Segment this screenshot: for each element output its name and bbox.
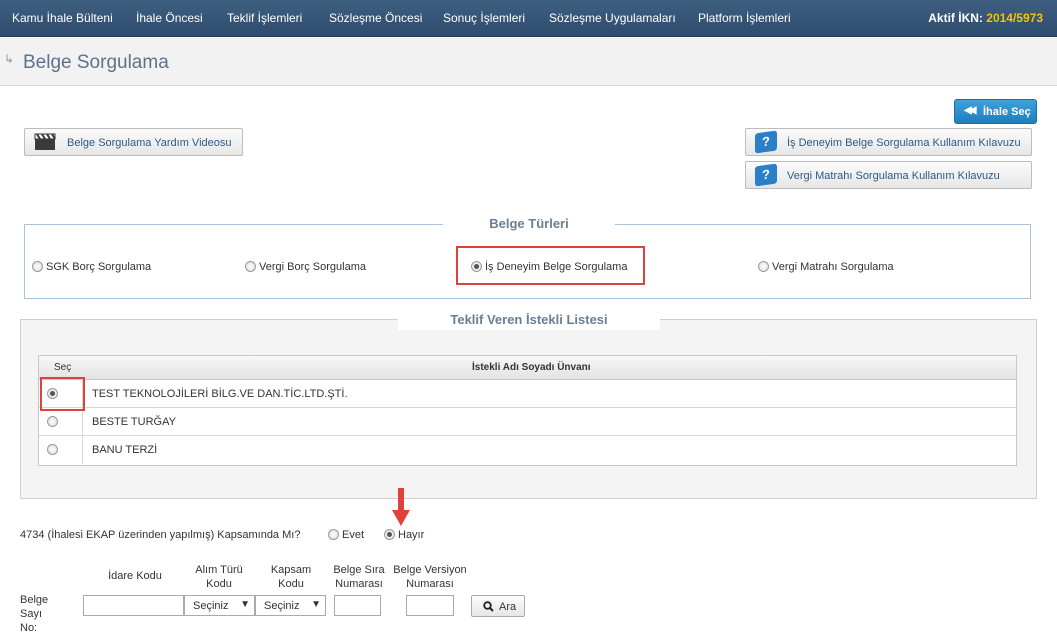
idare-kodu-input[interactable]	[83, 595, 184, 616]
table-header: Seç İstekli Adı Soyadı Ünvanı	[39, 356, 1016, 380]
help-book-icon: ?	[755, 130, 777, 154]
ihale-sec-label: İhale Seç	[983, 106, 1031, 118]
search-icon	[483, 601, 494, 612]
col-belge-versiyon: Belge Versiyon Numarası	[393, 564, 467, 590]
nav-platform-islemleri[interactable]: Platform İşlemleri	[698, 11, 791, 25]
double-left-arrow-icon: ◀◀	[964, 105, 977, 116]
col-sec: Seç	[54, 362, 72, 373]
nav-ihale-oncesi[interactable]: İhale Öncesi	[136, 11, 203, 25]
help-video-label: Belge Sorgulama Yardım Videosu	[67, 137, 232, 149]
nav-sozlesme-oncesi[interactable]: Sözleşme Öncesi	[329, 11, 422, 25]
page-header: ↳ Belge Sorgulama	[0, 38, 1057, 86]
label-evet: Evet	[342, 529, 365, 541]
red-down-arrow-icon	[392, 488, 410, 526]
col-idare-kodu: İdare Kodu	[108, 570, 162, 582]
film-clapper-icon	[34, 133, 56, 154]
ara-button[interactable]: Ara	[471, 595, 525, 617]
help-book-icon: ?	[755, 163, 777, 187]
table-row[interactable]: BANU TERZİ	[39, 436, 1016, 464]
belge-versiyon-input[interactable]	[406, 595, 454, 616]
alim-turu-value: Seçiniz	[193, 600, 229, 612]
label-hayir: Hayır	[398, 529, 425, 541]
kapsam-select[interactable]: Seçiniz ▼	[255, 595, 326, 616]
kapsam-value: Seçiniz	[264, 600, 300, 612]
row-radio[interactable]	[47, 416, 58, 427]
highlight-box-is-deneyim	[456, 246, 645, 285]
is-deneyim-guide-button[interactable]: ? İş Deneyim Belge Sorgulama Kullanım Kı…	[745, 128, 1032, 156]
belge-turleri-legend: Belge Türleri	[443, 216, 615, 234]
col-belge-sira: Belge Sıra Numarası	[333, 564, 385, 590]
ara-label: Ara	[499, 601, 517, 613]
istekli-list-legend: Teklif Veren İstekli Listesi	[398, 312, 660, 330]
active-ikn: Aktif İKN: 2014/5973	[928, 11, 1043, 25]
page-title: Belge Sorgulama	[23, 52, 169, 73]
caret-down-icon: ▼	[240, 599, 250, 610]
table-row[interactable]: BESTE TURĞAY	[39, 408, 1016, 436]
radio-evet[interactable]	[328, 529, 339, 540]
is-deneyim-guide-label: İş Deneyim Belge Sorgulama Kullanım Kıla…	[787, 137, 1021, 149]
col-istekli-adi: İstekli Adı Soyadı Ünvanı	[472, 362, 591, 373]
caret-down-icon: ▼	[311, 599, 321, 610]
belge-sira-input[interactable]	[334, 595, 381, 616]
return-arrow-icon: ↳	[4, 52, 15, 66]
col-alim-turu-kodu: Alım Türü Kodu	[195, 564, 243, 590]
cell-divider	[82, 436, 83, 464]
ihale-sec-button[interactable]: ◀◀ İhale Seç	[954, 99, 1037, 124]
nav-sozlesme-uygulamalari[interactable]: Sözleşme Uygulamaları	[549, 11, 676, 25]
radio-hayir[interactable]	[384, 529, 395, 540]
radio-sgk-borc[interactable]	[32, 261, 43, 272]
label-vergi-matrahi: Vergi Matrahı Sorgulama	[772, 261, 894, 273]
istekli-name: BANU TERZİ	[92, 444, 158, 456]
row-radio[interactable]	[47, 444, 58, 455]
highlight-box-row-select	[40, 377, 85, 411]
main-content: ◀◀ İhale Seç Belge Sorgulama Yardım Vide…	[0, 86, 1057, 634]
alim-turu-select[interactable]: Seçiniz ▼	[184, 595, 255, 616]
ikn-value: 2014/5973	[986, 11, 1043, 25]
nav-sonuc-islemleri[interactable]: Sonuç İşlemleri	[443, 11, 525, 25]
col-kapsam-kodu: Kapsam Kodu	[270, 564, 312, 590]
kapsam-question: 4734 (İhalesi EKAP üzerinden yapılmış) K…	[20, 529, 301, 541]
cell-divider	[82, 408, 83, 436]
radio-vergi-borc[interactable]	[245, 261, 256, 272]
nav-kamu-ihale-bulteni[interactable]: Kamu İhale Bülteni	[12, 11, 113, 25]
istekli-table: Seç İstekli Adı Soyadı Ünvanı TEST TEKNO…	[38, 355, 1017, 466]
table-row[interactable]: TEST TEKNOLOJİLERİ BİLG.VE DAN.TİC.LTD.Ş…	[39, 380, 1016, 408]
label-vergi-borc: Vergi Borç Sorgulama	[259, 261, 366, 273]
nav-teklif-islemleri[interactable]: Teklif İşlemleri	[227, 11, 302, 25]
help-video-button[interactable]: Belge Sorgulama Yardım Videosu	[24, 128, 243, 156]
ikn-label: Aktif İKN:	[928, 11, 987, 25]
radio-vergi-matrahi[interactable]	[758, 261, 769, 272]
istekli-name: BESTE TURĞAY	[92, 416, 176, 428]
vergi-matrahi-guide-button[interactable]: ? Vergi Matrahı Sorgulama Kullanım Kılav…	[745, 161, 1032, 189]
istekli-name: TEST TEKNOLOJİLERİ BİLG.VE DAN.TİC.LTD.Ş…	[92, 388, 348, 400]
top-navigation: Kamu İhale Bülteni İhale Öncesi Teklif İ…	[0, 0, 1057, 37]
belge-sayi-no-label: Belge Sayı No:	[20, 594, 49, 634]
label-sgk-borc: SGK Borç Sorgulama	[46, 261, 152, 273]
vergi-matrahi-guide-label: Vergi Matrahı Sorgulama Kullanım Kılavuz…	[787, 170, 1000, 182]
